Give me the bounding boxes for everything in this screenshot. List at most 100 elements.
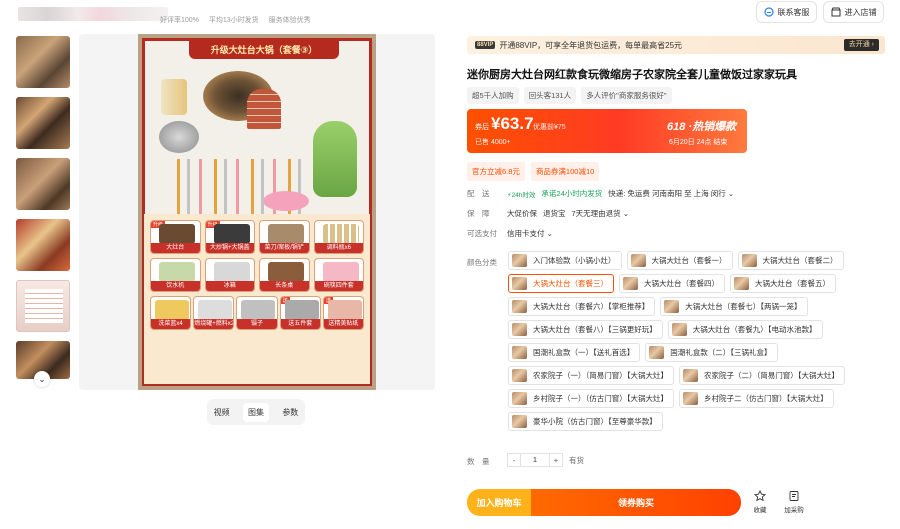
enter-shop-button[interactable]: 进入店铺: [823, 1, 884, 23]
product-chips: 超5千人加购 回头客131人 多人评价"商家服务很好": [467, 87, 672, 104]
main-image-container: 升级大灶台大锅（套餐③） 升级 大灶台 升级 大炒锅+大锅盖 菜刀/案板/锅铲 调料…: [79, 34, 435, 390]
poster-item: 洗菜篮x4: [150, 296, 192, 330]
option-item[interactable]: 入门体验款（小锅小灶）: [508, 251, 622, 270]
option-item[interactable]: 豪华小院（仿古门窗）【至尊豪华款】: [508, 412, 663, 431]
quantity-input[interactable]: 1: [521, 453, 549, 467]
chevron-down-icon[interactable]: ⌄: [34, 371, 50, 387]
option-item[interactable]: 大锅大灶台（套餐二）: [737, 251, 844, 270]
chip-cart-count: 超5千人加购: [467, 87, 519, 104]
frog-dispenser-illustration: [313, 121, 357, 197]
poster-item: 镊子: [236, 296, 278, 330]
option-item[interactable]: 国潮礼盒款（二）【三锅礼盒】: [645, 343, 778, 362]
coupon-official[interactable]: 官方立减6.8元: [467, 162, 525, 181]
favorite-label: 收藏: [753, 507, 767, 514]
contact-service-label: 联系客服: [777, 7, 810, 17]
option-item[interactable]: 大锅大灶台（套餐七）【两锅一笼】: [660, 297, 808, 316]
option-item-selected[interactable]: 大锅大灶台（套餐三）: [508, 274, 614, 293]
enter-shop-label: 进入店铺: [844, 7, 877, 17]
shop-stat-service: 服务体验优秀: [268, 17, 311, 24]
tab-gallery[interactable]: 图集: [242, 402, 269, 422]
vip-activate-button[interactable]: 去开通 ›: [843, 39, 879, 51]
option-item[interactable]: 大锅大灶台（套餐九）【电动水池款】: [667, 320, 823, 339]
option-item[interactable]: 国潮礼盒款（一）【送礼首选】: [508, 343, 641, 362]
poster-title: 升级大灶台大锅（套餐③）: [189, 41, 339, 59]
poster-item: 升级 大炒锅+大锅盖: [204, 220, 255, 254]
brick-stove-illustration: [247, 89, 281, 129]
poster-row: 洗菜篮x4 燃烧罐+燃料x2 镊子 送送五件套 送送精美贴纸: [150, 296, 365, 330]
chip-reviews[interactable]: 多人评价"商家服务很好": [581, 87, 672, 104]
contact-service-button[interactable]: 联系客服: [756, 1, 817, 23]
payment-value: 信用卡支付 ⌄: [507, 228, 553, 239]
star-icon: [754, 490, 766, 502]
vip-banner[interactable]: 88VIP 开通88VIP，可享全年退货包运费，每单最高省25元 去开通 ›: [467, 36, 885, 54]
poster-item: 菜刀/案板/锅铲: [259, 220, 310, 254]
pot-illustration: [159, 121, 199, 153]
thumbnail-5[interactable]: [16, 280, 70, 332]
tab-params[interactable]: 参数: [282, 407, 298, 418]
color-category-label: 颜色分类: [467, 258, 497, 267]
promo-title: 618 ·热销爆款: [667, 121, 737, 133]
tab-video[interactable]: 视频: [214, 407, 230, 418]
option-item[interactable]: 农家院子（二）（简易门窗）【大锅大灶】: [679, 366, 845, 385]
option-item[interactable]: 大锅大灶台（套餐五）: [730, 274, 836, 293]
chip-repeat-customers: 回头客131人: [523, 87, 577, 104]
poster-item: 送送五件套: [279, 296, 321, 330]
option-item[interactable]: 农家院子（一）（简易门窗）【大锅大灶】: [508, 366, 674, 385]
sold-count: 已售 4000+: [475, 139, 511, 146]
thumbnail-3[interactable]: [16, 158, 70, 210]
thumbnail-4[interactable]: [16, 219, 70, 271]
shop-stat-rating: 好评率100%: [160, 17, 199, 24]
coupon-product[interactable]: 商品券满100减10: [530, 162, 600, 181]
quantity-minus-button[interactable]: -: [507, 453, 521, 467]
poster-item: 长条桌: [259, 258, 310, 292]
poster-item: 调料瓶x6: [313, 220, 364, 254]
option-item[interactable]: 乡村院子二（仿古门窗）【大锅大灶】: [679, 389, 834, 408]
delivery-value: ⚡24h时效 承诺24小时内发货 快递: 免运费 河南南阳 至 上海 闵行 ⌄: [507, 188, 734, 199]
guarantee-price-protect: 大促价保: [507, 209, 537, 218]
poster-row: 升级 大灶台 升级 大炒锅+大锅盖 菜刀/案板/锅铲 调料瓶x6: [150, 220, 364, 254]
poster-row: 饮水机 冰箱 长条桌 碗筷四件套: [150, 258, 364, 292]
price-original: 优惠前¥75: [533, 124, 566, 131]
poster-item: 送送精美贴纸: [322, 296, 365, 330]
thumbnail-2[interactable]: [16, 97, 70, 149]
promo-end-date: 6月20日 24点 结束: [669, 139, 728, 146]
option-item[interactable]: 乡村院子（一）（仿古门窗）【大锅大灶】: [508, 389, 674, 408]
color-options: 入门体验款（小锅小灶） 大锅大灶台（套餐一） 大锅大灶台（套餐二） 大锅大灶台（…: [508, 251, 888, 435]
top-bar: 好评率100% 平均13小时发货 服务体验优秀 联系客服 进入店铺: [0, 0, 900, 34]
add-purchase-button[interactable]: 加采购: [781, 490, 807, 514]
product-title: 迷你厨房大灶台网红款食玩微缩房子农家院全套儿童做饭过家家玩具: [467, 69, 797, 81]
poster-hero: 升级大灶台大锅（套餐③）: [142, 38, 372, 220]
poster-item: 碗筷四件套: [313, 258, 364, 292]
poster-item: 燃烧罐+燃料x2: [193, 296, 235, 330]
delivery-promise: 承诺24小时内发货: [541, 189, 603, 198]
option-item[interactable]: 大锅大灶台（套餐八）【三锅更好玩】: [508, 320, 663, 339]
gallery-tabs: 视频 图集 参数: [207, 399, 305, 425]
buy-bar: 加入购物车 领券购买: [467, 489, 741, 516]
favorite-button[interactable]: 收藏: [747, 490, 773, 514]
purchase-list-icon: [789, 491, 799, 501]
payment-credit-card[interactable]: 信用卡支付 ⌄: [507, 228, 553, 239]
quantity-plus-button[interactable]: +: [549, 453, 563, 467]
main-product-image[interactable]: 升级大灶台大锅（套餐③） 升级 大灶台 升级 大炒锅+大锅盖 菜刀/案板/锅铲 调料…: [138, 34, 376, 390]
add-purchase-label: 加采购: [784, 507, 804, 514]
add-to-cart-button[interactable]: 加入购物车: [467, 489, 531, 516]
buy-with-coupon-button[interactable]: 领券购买: [531, 489, 741, 516]
price-card: 券后 ¥63.7 优惠前¥75 已售 4000+ 618 ·热销爆款 6月20日…: [467, 109, 747, 153]
guarantee-7day-return[interactable]: 7天无理由退货 ⌄: [572, 208, 630, 219]
delivery-route[interactable]: 快递: 免运费 河南南阳 至 上海 闵行 ⌄: [608, 188, 734, 199]
guarantee-return-insurance: 退货宝: [543, 209, 566, 218]
delivery-label: 配 送: [467, 189, 490, 198]
shop-icon: [831, 7, 840, 17]
headset-icon: [763, 7, 774, 17]
payment-label: 可选支付: [467, 229, 497, 238]
option-item[interactable]: 大锅大灶台（套餐六）【掌柜推荐】: [508, 297, 656, 316]
option-item[interactable]: 大锅大灶台（套餐一）: [626, 251, 733, 270]
option-item[interactable]: 大锅大灶台（套餐四）: [619, 274, 725, 293]
guarantee-value: 大促价保 退货宝 7天无理由退货 ⌄: [507, 208, 629, 219]
fast-delivery-badge: ⚡24h时效: [507, 191, 536, 199]
coupon-list: 官方立减6.8元 商品券满100减10: [467, 162, 600, 181]
shop-stats: 好评率100% 平均13小时发货 服务体验优秀: [160, 15, 319, 25]
thumbnail-1[interactable]: [16, 36, 70, 88]
quantity-stepper: - 1 + 有货: [507, 453, 584, 467]
stock-status: 有货: [569, 455, 584, 465]
